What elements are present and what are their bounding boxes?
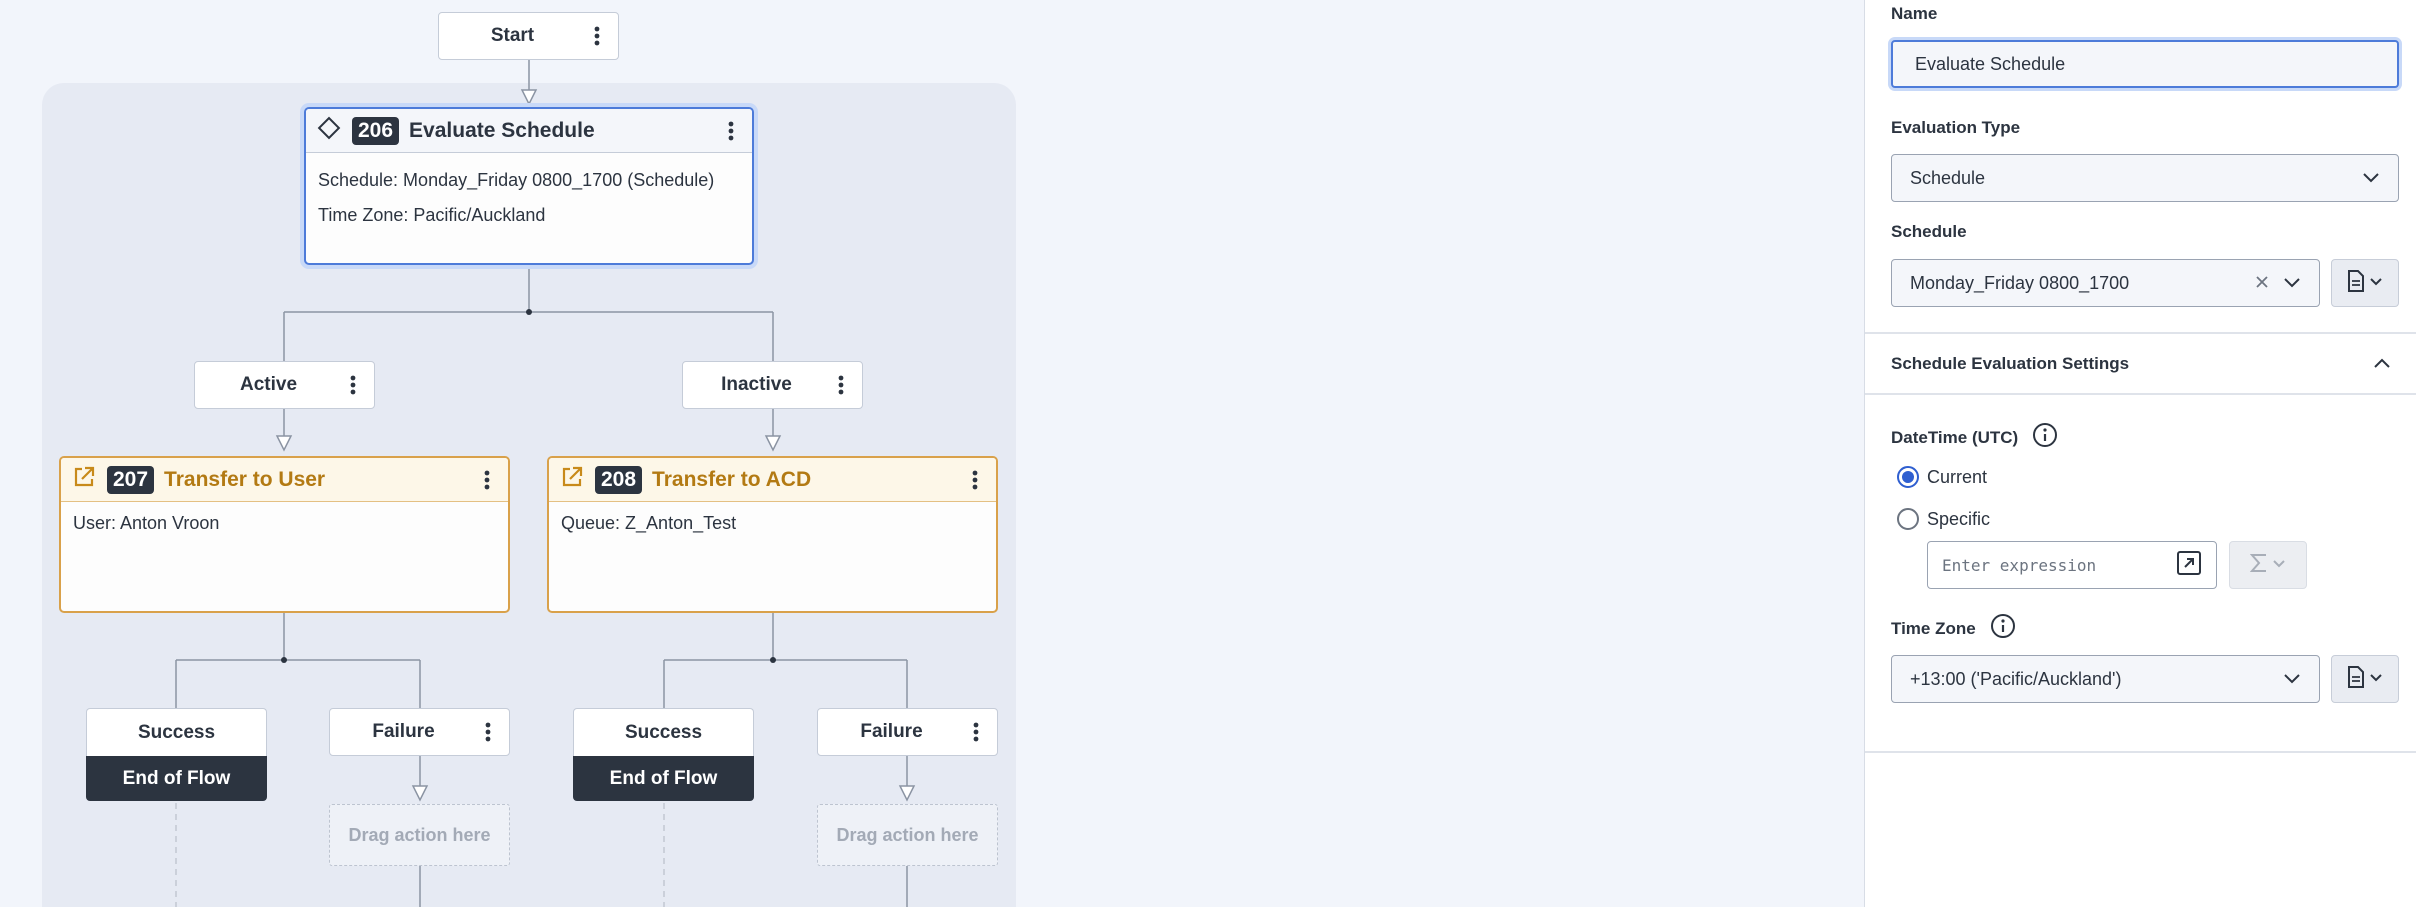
transfer-to-acd-node[interactable]: 208 Transfer to ACD Queue: Z_Anton_Test (547, 456, 998, 613)
radio-specific-indicator[interactable] (1897, 508, 1919, 530)
inactive-label: Inactive (721, 374, 792, 395)
start-label: Start (490, 25, 535, 46)
timezone-value: +13:00 ('Pacific/Auckland') (1910, 668, 2122, 689)
success-outcome-user[interactable]: Success End of Flow (86, 708, 267, 801)
datetime-label: DateTime (UTC) (1891, 427, 2019, 447)
sigma-icon (2249, 553, 2268, 578)
user-detail: User: Anton Vroon (73, 513, 220, 533)
info-icon[interactable] (2032, 422, 2058, 453)
evaluation-type-select[interactable]: Schedule (1891, 154, 2399, 202)
active-menu-icon[interactable] (342, 374, 364, 396)
task-title: Transfer to ACD (652, 467, 812, 491)
document-icon (2347, 665, 2365, 693)
expression-placeholder: Enter expression (1942, 555, 2097, 575)
evaluate-schedule-header: 206 Evaluate Schedule (306, 109, 752, 153)
transfer-user-header: 207 Transfer to User (61, 458, 508, 502)
drag-action-dropzone[interactable]: Drag action here (329, 804, 510, 866)
chevron-down-icon (2283, 669, 2301, 690)
properties-panel: Name Evaluate Schedule Evaluation Type S… (1864, 0, 2416, 907)
radio-specific-label: Specific (1927, 508, 1991, 529)
failure-outcome-user[interactable]: Failure (329, 708, 510, 756)
chevron-down-icon (2272, 556, 2286, 574)
name-input[interactable]: Evaluate Schedule (1891, 40, 2399, 88)
external-link-icon (71, 464, 97, 495)
evaluation-type-label: Evaluation Type (1891, 118, 2021, 137)
info-icon[interactable] (1990, 613, 2016, 644)
timezone-options-button[interactable] (2331, 655, 2399, 703)
connector-lines (175, 60, 916, 907)
failure-menu-icon[interactable] (965, 721, 987, 743)
task-title: Transfer to User (164, 467, 326, 491)
task-number: 208 (595, 465, 643, 494)
inactive-path[interactable]: Inactive (682, 361, 863, 409)
settings-section-header[interactable]: Schedule Evaluation Settings (1891, 354, 2391, 374)
timezone-label: Time Zone (1891, 618, 1976, 638)
clear-icon[interactable] (2255, 273, 2269, 294)
transfer-to-user-node[interactable]: 207 Transfer to User User: Anton Vroon (59, 456, 510, 613)
success-outcome-acd[interactable]: Success End of Flow (573, 708, 754, 801)
success-label: Success (86, 708, 267, 756)
timezone-select[interactable]: +13:00 ('Pacific/Auckland') (1891, 655, 2320, 703)
timezone-label-row: Time Zone (1891, 613, 2016, 644)
divider (1865, 751, 2416, 753)
name-input-value: Evaluate Schedule (1915, 53, 2066, 74)
active-path[interactable]: Active (194, 361, 375, 409)
expand-editor-icon[interactable] (2176, 550, 2202, 581)
document-icon (2347, 269, 2365, 297)
failure-label: Failure (372, 721, 435, 742)
diamond-icon (316, 115, 342, 146)
radio-current[interactable]: Current (1897, 466, 1987, 488)
chevron-up-icon (2373, 354, 2391, 374)
chevron-down-icon (2369, 274, 2383, 292)
expression-mode-button[interactable] (2229, 541, 2307, 589)
schedule-detail: Schedule: Monday_Friday 0800_1700 (Sched… (318, 170, 715, 190)
flow-canvas[interactable]: Start 206 Evaluate Schedule Schedule: Mo… (0, 0, 1864, 907)
end-of-flow[interactable]: End of Flow (86, 756, 267, 801)
chevron-down-icon (2369, 670, 2383, 688)
settings-section-title: Schedule Evaluation Settings (1891, 354, 2130, 373)
evaluate-schedule-node[interactable]: 206 Evaluate Schedule Schedule: Monday_F… (304, 107, 754, 265)
schedule-value: Monday_Friday 0800_1700 (1910, 272, 2130, 293)
failure-label: Failure (860, 721, 923, 742)
chevron-down-icon (2283, 273, 2301, 294)
timezone-detail: Time Zone: Pacific/Auckland (318, 205, 546, 225)
schedule-options-button[interactable] (2331, 259, 2399, 307)
task-menu-icon[interactable] (720, 120, 742, 142)
name-label: Name (1891, 4, 1938, 23)
start-node[interactable]: Start (438, 12, 619, 60)
failure-menu-icon[interactable] (477, 721, 499, 743)
schedule-label: Schedule (1891, 222, 1967, 241)
success-label: Success (573, 708, 754, 756)
task-title: Evaluate Schedule (409, 118, 595, 142)
task-menu-icon[interactable] (476, 469, 498, 491)
task-number: 206 (352, 116, 400, 145)
radio-specific[interactable]: Specific (1897, 508, 1990, 530)
drag-action-dropzone[interactable]: Drag action here (817, 804, 998, 866)
radio-current-indicator[interactable] (1897, 466, 1919, 488)
start-menu-icon[interactable] (586, 25, 608, 47)
divider (1865, 332, 2416, 334)
datetime-label-row: DateTime (UTC) (1891, 422, 2058, 453)
inactive-menu-icon[interactable] (830, 374, 852, 396)
expression-input[interactable]: Enter expression (1927, 541, 2217, 589)
task-menu-icon[interactable] (964, 469, 986, 491)
chevron-down-icon (2362, 168, 2380, 189)
external-link-icon (559, 464, 585, 495)
active-label: Active (239, 374, 298, 395)
evaluation-type-value: Schedule (1910, 167, 1986, 188)
transfer-acd-header: 208 Transfer to ACD (549, 458, 996, 502)
failure-outcome-acd[interactable]: Failure (817, 708, 998, 756)
schedule-select[interactable]: Monday_Friday 0800_1700 (1891, 259, 2320, 307)
queue-detail: Queue: Z_Anton_Test (561, 513, 737, 533)
task-number: 207 (107, 465, 155, 494)
divider (1865, 393, 2416, 395)
end-of-flow[interactable]: End of Flow (573, 756, 754, 801)
radio-current-label: Current (1927, 466, 1988, 487)
